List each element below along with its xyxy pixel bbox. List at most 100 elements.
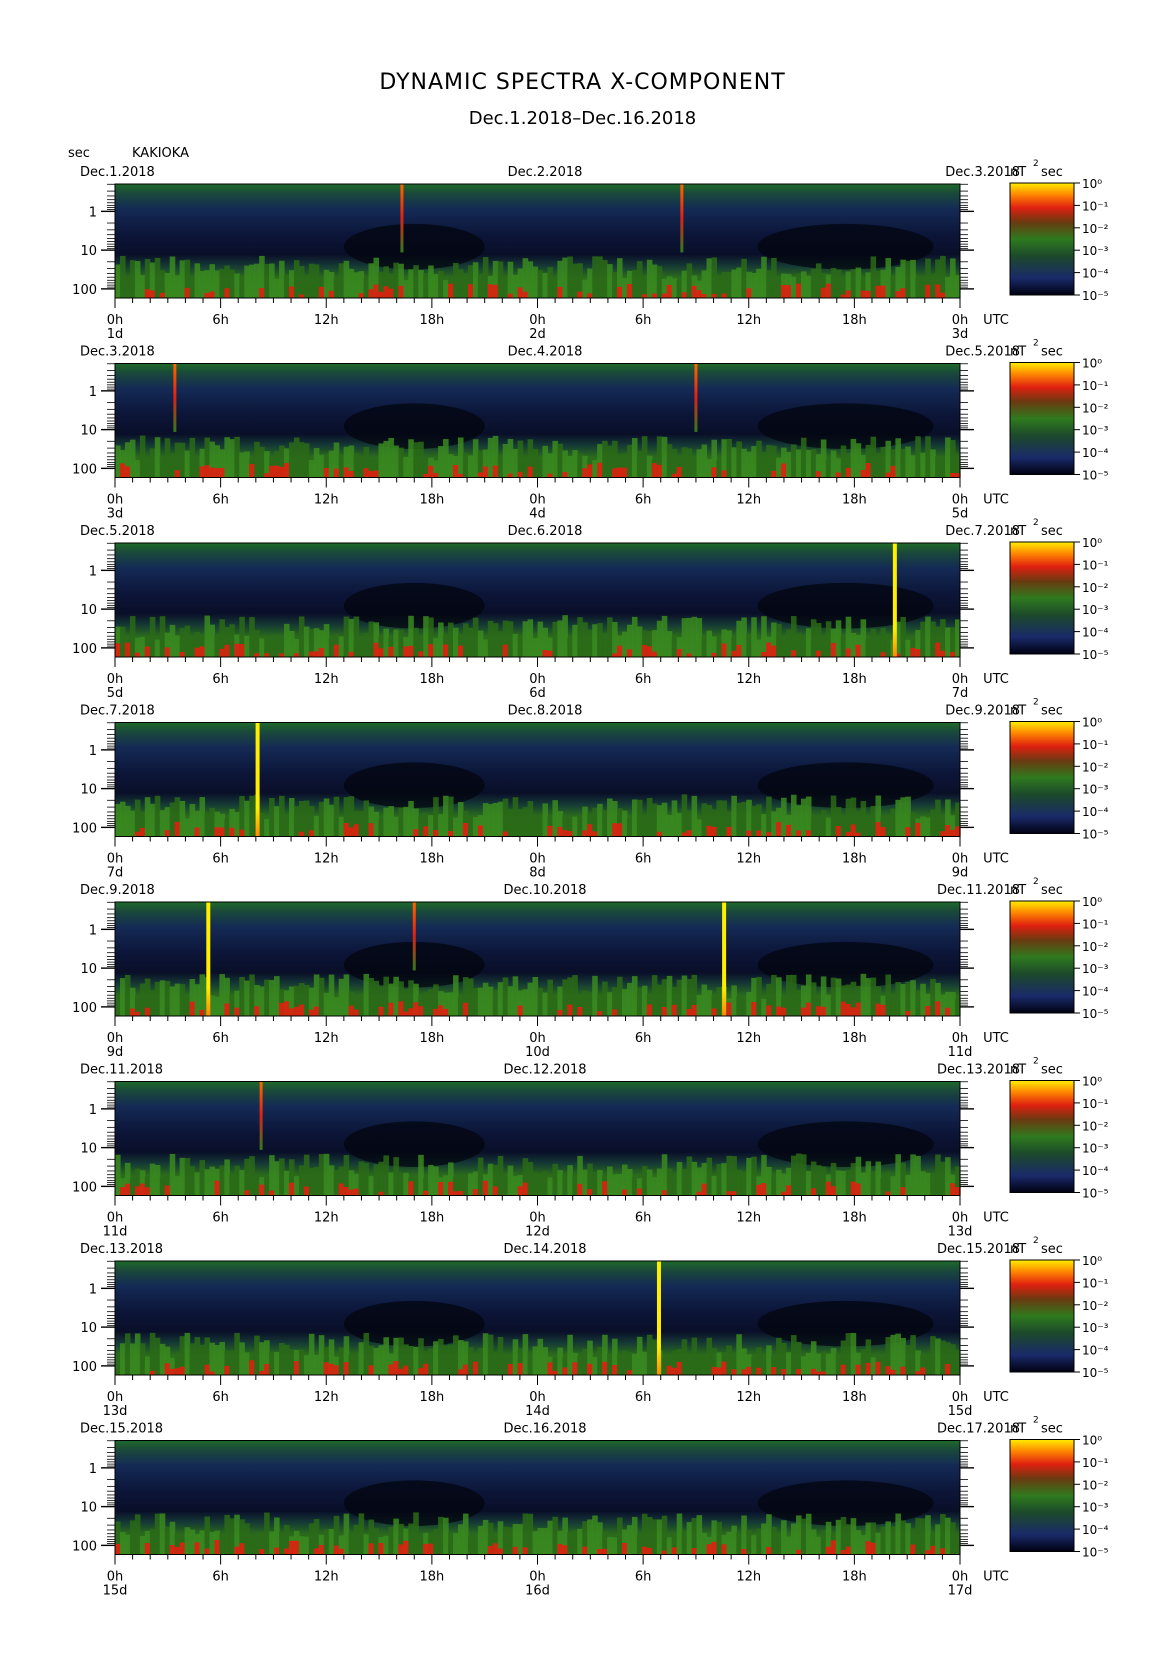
spectrum-cell	[612, 622, 618, 657]
spectrum-cell	[373, 811, 380, 837]
spectrum-cell	[925, 1005, 931, 1016]
spectrum-cell	[636, 1336, 643, 1375]
spectrum-cell	[592, 256, 598, 298]
spectrum-cell	[691, 1004, 698, 1016]
spectrum-cell	[348, 470, 355, 478]
spectrum-cell	[825, 817, 832, 837]
spectrum-cell	[761, 1352, 767, 1375]
colorbar-unit-superscript: 2	[1033, 159, 1039, 169]
spectrum-cell	[577, 1183, 583, 1196]
spectrum-cell	[791, 276, 797, 298]
spectrum-cell	[741, 1515, 747, 1555]
x-tick-label: 0h	[107, 313, 124, 328]
spectrum-cell	[885, 440, 892, 478]
spectrum-cell	[423, 826, 429, 837]
spectrum-cell	[279, 1532, 285, 1555]
spectrum-cell	[115, 1154, 121, 1196]
colorbar-unit-label: nT	[1010, 1242, 1026, 1257]
spectrum-cell	[940, 1548, 946, 1555]
spectrum-cell	[477, 1157, 484, 1196]
spectrum-cell	[950, 1522, 956, 1555]
spectrum-cell	[592, 1356, 598, 1375]
spectrum-cell	[736, 1334, 742, 1375]
spectrum-cell	[279, 795, 285, 837]
y-tick-label: 10	[80, 603, 97, 618]
spectrum-cell	[930, 1336, 936, 1375]
spectrum-cell	[612, 271, 618, 298]
spectrum-cell	[279, 260, 285, 298]
spectrum-cell	[756, 440, 762, 478]
spectrum-cell	[795, 449, 802, 478]
spectrum-cell	[766, 1547, 772, 1555]
colorbar-tick-label: 10⁻²	[1082, 940, 1109, 954]
colorbar-tick-label: 10⁻⁴	[1082, 626, 1109, 640]
spectrum-cell	[209, 291, 216, 298]
spectrum-cell	[761, 452, 767, 478]
spectrum-cell	[721, 643, 727, 657]
panel-date-left: Dec.13.2018	[80, 1242, 163, 1257]
spectrum-cell	[716, 800, 723, 837]
colorbar-unit-label: nT	[1010, 1063, 1026, 1078]
spectra-panel: Dec.7.2018 Dec.8.2018 Dec.9.20181101000h 6h…	[72, 698, 1108, 881]
spectrum-cell	[950, 829, 956, 837]
day-label-left: 15d	[103, 1584, 128, 1599]
spectrum-cell	[880, 826, 887, 837]
spectrum-cell	[393, 816, 399, 837]
spectrum-cell	[810, 1368, 817, 1375]
spectrum-cell	[626, 649, 633, 657]
x-tick-label: 0h	[107, 1211, 124, 1226]
spectrum-cell	[681, 292, 688, 298]
spectrum-cell	[542, 803, 549, 837]
y-tick-label: 10	[80, 783, 97, 798]
spectrum-cell	[761, 998, 767, 1016]
spectrum-cell	[378, 1543, 385, 1555]
spectrum-cell	[119, 1187, 126, 1196]
spectrum-cell	[751, 1535, 757, 1555]
spectrum-cell	[219, 1533, 225, 1555]
x-tick-label: 0h	[107, 672, 124, 687]
spectrum-cell	[781, 1369, 787, 1375]
spectrum-cell	[532, 813, 539, 837]
spectrum-cell	[522, 807, 529, 837]
spectrum-cell	[184, 1332, 191, 1375]
spectrum-cell	[696, 618, 703, 657]
spectrum-cell	[269, 1351, 275, 1375]
y-tick-label: 1	[89, 564, 97, 579]
x-tick-label: 6h	[635, 313, 652, 328]
spectrum-cell	[631, 269, 638, 298]
spectrum-cell	[766, 1005, 772, 1016]
spectrum-cell	[398, 447, 404, 478]
spectrum-cell	[224, 288, 230, 298]
y-tick-label: 10	[80, 1142, 97, 1157]
spectrum-cell	[701, 270, 708, 298]
spectrum-cell	[154, 1164, 161, 1196]
spectrum-cell	[776, 822, 782, 837]
spectrum-cell	[293, 260, 300, 298]
spectrum-cell	[164, 1185, 171, 1196]
spectrum-cell	[497, 261, 504, 298]
spectrum-cell	[303, 800, 310, 837]
spectrum-cell	[527, 261, 534, 298]
spectrum-cell	[453, 1533, 459, 1555]
spectrum-cell	[368, 977, 375, 1016]
y-tick-label: 10	[80, 1321, 97, 1336]
spectrum-cell	[577, 453, 583, 478]
spectrum-cell	[482, 1180, 489, 1196]
spectrum-cell	[443, 1345, 449, 1375]
colorbar-unit-superscript: 2	[1033, 518, 1039, 528]
spectrum-cell	[453, 1335, 459, 1375]
spectrum-cell	[910, 647, 916, 657]
spectrum-cell	[373, 284, 380, 298]
spectrum-cell	[810, 449, 817, 478]
spectrum-cell	[393, 1360, 399, 1375]
spectrum-cell	[761, 1183, 767, 1196]
spectrum-cell	[298, 831, 305, 837]
spectrum-cell	[184, 1527, 191, 1555]
spectrum-cell	[462, 1513, 469, 1555]
spectrum-trough	[343, 403, 485, 450]
spectrum-cell	[746, 1157, 752, 1196]
day-label-right: 11d	[948, 1045, 973, 1060]
y-tick-label: 100	[72, 642, 97, 657]
panel-date-right: Dec.11.2018	[937, 883, 1020, 898]
colorbar-unit-sec: sec	[1041, 524, 1063, 539]
